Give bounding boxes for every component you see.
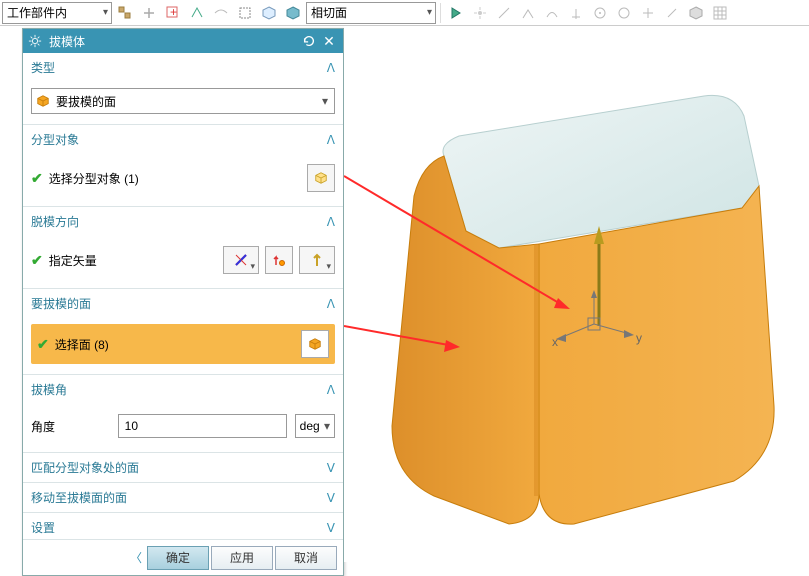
faces-select-label: 选择面 (8) xyxy=(55,336,295,353)
gear-icon[interactable] xyxy=(27,33,43,49)
circle-dot-icon[interactable] xyxy=(589,2,611,24)
direction-vector-label: 指定矢量 xyxy=(49,252,217,269)
reset-icon[interactable] xyxy=(299,31,319,51)
apply-button[interactable]: 应用 xyxy=(211,546,273,570)
parting-select-label: 选择分型对象 (1) xyxy=(49,170,301,187)
chevron-up-icon: ᐱ xyxy=(327,215,335,229)
section-settings-header[interactable]: 设置 ᐯ xyxy=(23,513,343,539)
angle-input[interactable] xyxy=(118,414,287,438)
scope-select[interactable]: 工作部件内 xyxy=(2,2,112,24)
vector-dropdown-button[interactable] xyxy=(299,246,335,274)
angle-param-label: 角度 xyxy=(31,418,110,435)
draft-body-dialog: 拔模体 ✕ 类型 ᐱ 要拔模的面 分型对象 ᐱ ✔ xyxy=(22,28,344,576)
check-icon: ✔ xyxy=(37,336,49,353)
grid-icon[interactable] xyxy=(709,2,731,24)
section-faces-header[interactable]: 要拔模的面 ᐱ xyxy=(23,289,343,318)
axis-icon[interactable] xyxy=(565,2,587,24)
section-type: 类型 ᐱ 要拔模的面 xyxy=(23,53,343,125)
check-icon: ✔ xyxy=(31,252,43,269)
snap-icon[interactable] xyxy=(469,2,491,24)
tool-icon-5[interactable] xyxy=(210,2,232,24)
chevron-down-icon: ᐯ xyxy=(327,491,335,505)
section-match: 匹配分型对象处的面 ᐯ xyxy=(23,453,343,483)
tool-icon-8[interactable] xyxy=(282,2,304,24)
svg-text:x: x xyxy=(552,335,558,349)
section-parting: 分型对象 ᐱ ✔ 选择分型对象 (1) xyxy=(23,125,343,207)
filter-select[interactable]: 相切面 xyxy=(306,2,436,24)
angle-unit-select[interactable]: deg xyxy=(295,414,335,438)
section-match-header[interactable]: 匹配分型对象处的面 ᐯ xyxy=(23,453,343,482)
tool-icon-2[interactable] xyxy=(138,2,160,24)
toolbar-separator xyxy=(440,3,441,23)
section-parting-label: 分型对象 xyxy=(31,131,327,148)
dialog-footer: 〈 确定 应用 取消 xyxy=(23,539,343,575)
filter-select-label: 相切面 xyxy=(311,4,347,21)
chevron-up-icon: ᐱ xyxy=(327,297,335,311)
section-angle: 拔模角 ᐱ 角度 deg xyxy=(23,375,343,453)
tool-icon-6[interactable] xyxy=(234,2,256,24)
parting-cube-button[interactable] xyxy=(307,164,335,192)
line-icon[interactable] xyxy=(493,2,515,24)
dialog-title: 拔模体 xyxy=(49,33,299,50)
section-faces-label: 要拔模的面 xyxy=(31,295,327,312)
section-move: 移动至拔模面的面 ᐯ xyxy=(23,483,343,513)
scope-select-label: 工作部件内 xyxy=(7,4,67,21)
vector-method-button[interactable] xyxy=(223,246,259,274)
type-dropdown-value: 要拔模的面 xyxy=(56,93,116,110)
plus-icon[interactable] xyxy=(637,2,659,24)
reverse-vector-button[interactable] xyxy=(265,246,293,274)
cancel-button[interactable]: 取消 xyxy=(275,546,337,570)
arrow-play-icon[interactable] xyxy=(445,2,467,24)
svg-text:+: + xyxy=(170,5,177,19)
section-direction: 脱模方向 ᐱ ✔ 指定矢量 xyxy=(23,207,343,289)
svg-text:y: y xyxy=(636,331,642,345)
parting-select-row[interactable]: ✔ 选择分型对象 (1) xyxy=(31,160,335,196)
circle-icon[interactable] xyxy=(613,2,635,24)
tool-icon-1[interactable] xyxy=(114,2,136,24)
angle-param-row: 角度 deg xyxy=(31,410,335,442)
angle-unit-label: deg xyxy=(300,419,320,433)
solid-icon[interactable] xyxy=(685,2,707,24)
section-type-label: 类型 xyxy=(31,59,327,76)
section-move-label: 移动至拔模面的面 xyxy=(31,489,327,506)
type-dropdown[interactable]: 要拔模的面 xyxy=(31,88,335,114)
section-angle-header[interactable]: 拔模角 ᐱ xyxy=(23,375,343,404)
section-settings-label: 设置 xyxy=(31,519,327,536)
direction-row: ✔ 指定矢量 xyxy=(31,242,335,278)
close-icon[interactable]: ✕ xyxy=(319,31,339,51)
section-type-header[interactable]: 类型 ᐱ xyxy=(23,53,343,82)
chevron-up-icon: ᐱ xyxy=(327,61,335,75)
dialog-titlebar: 拔模体 ✕ xyxy=(23,29,343,53)
footer-chevron-left-icon[interactable]: 〈 xyxy=(127,546,145,570)
ok-button[interactable]: 确定 xyxy=(147,546,209,570)
tool-icon-4[interactable] xyxy=(186,2,208,24)
section-parting-header[interactable]: 分型对象 ᐱ xyxy=(23,125,343,154)
chevron-down-icon: ᐯ xyxy=(327,521,335,535)
section-direction-label: 脱模方向 xyxy=(31,213,327,230)
arc-icon[interactable] xyxy=(541,2,563,24)
faces-cube-button[interactable] xyxy=(301,330,329,358)
dialog-body: 类型 ᐱ 要拔模的面 分型对象 ᐱ ✔ 选择分型对象 (1) xyxy=(23,53,343,539)
tool-icon-7[interactable] xyxy=(258,2,280,24)
section-settings: 设置 ᐯ xyxy=(23,513,343,539)
check-icon: ✔ xyxy=(31,170,43,187)
top-toolbar: 工作部件内 + 相切面 xyxy=(0,0,809,26)
chevron-up-icon: ᐱ xyxy=(327,383,335,397)
3d-viewport[interactable]: x y xyxy=(344,26,809,562)
section-move-header[interactable]: 移动至拔模面的面 ᐯ xyxy=(23,483,343,512)
section-match-label: 匹配分型对象处的面 xyxy=(31,459,327,476)
tool-icon-3[interactable]: + xyxy=(162,2,184,24)
cube-orange-icon xyxy=(36,94,50,108)
faces-select-row[interactable]: ✔ 选择面 (8) xyxy=(31,324,335,364)
angle-line-icon[interactable] xyxy=(517,2,539,24)
section-direction-header[interactable]: 脱模方向 ᐱ xyxy=(23,207,343,236)
section-angle-label: 拔模角 xyxy=(31,381,327,398)
section-faces: 要拔模的面 ᐱ ✔ 选择面 (8) xyxy=(23,289,343,375)
chevron-up-icon: ᐱ xyxy=(327,133,335,147)
slash-icon[interactable] xyxy=(661,2,683,24)
chevron-down-icon: ᐯ xyxy=(327,461,335,475)
